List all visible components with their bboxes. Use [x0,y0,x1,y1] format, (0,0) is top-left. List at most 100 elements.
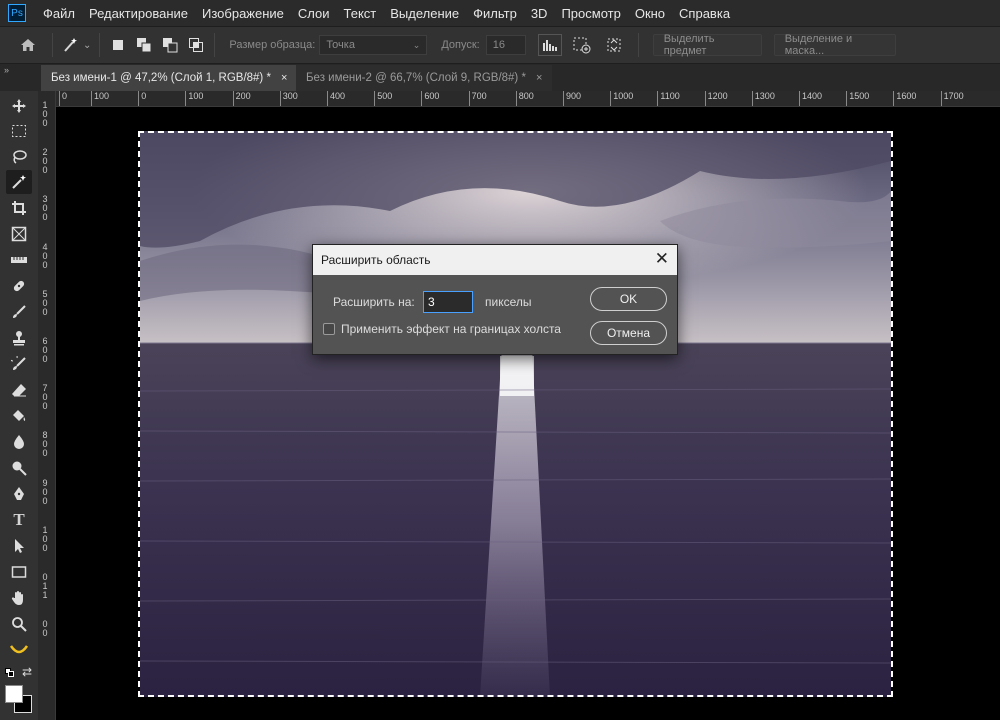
ruler-tick-label: 0 [42,533,48,544]
select-subject-button[interactable]: Выделить предмет [652,33,762,57]
menu-3d[interactable]: 3D [524,6,555,21]
sample-all-layers-icon[interactable] [572,35,592,55]
path-selection-tool-icon[interactable] [6,534,32,558]
home-icon[interactable] [18,35,38,55]
ruler-tick-label: 1200 [704,91,728,106]
rectangle-tool-icon[interactable] [6,560,32,584]
subtract-selection-icon[interactable] [160,35,180,55]
frame-tool-icon[interactable] [6,222,32,246]
add-selection-icon[interactable] [134,35,154,55]
close-icon[interactable]: ✕ [655,249,669,269]
ruler-tick-label: 8 [42,430,48,441]
tolerance-input[interactable]: 16 [485,35,526,55]
menu-window[interactable]: Окно [628,6,672,21]
menu-view[interactable]: Просмотр [554,6,627,21]
menu-type[interactable]: Текст [337,6,384,21]
type-tool-icon[interactable]: T [6,508,32,532]
menu-file[interactable]: Файл [36,6,82,21]
ok-button[interactable]: OK [590,287,667,311]
horizontal-ruler: 0 100 0 100 200 300 400 500 600 700 800 900 1000 1100… [56,91,1000,107]
ruler-tick-label: 0 [42,297,48,308]
histogram-icon[interactable] [537,34,562,56]
sample-size-value: Точка [326,39,355,51]
ruler-tool-icon[interactable] [6,248,32,272]
healing-brush-tool-icon[interactable] [6,274,32,298]
dodge-tool-icon[interactable] [6,456,32,480]
ruler-tick-label: 1300 [751,91,775,106]
vertical-ruler: 10020030040050060070080090010001100 [38,91,56,720]
magic-wand-tool-icon[interactable] [6,170,32,194]
ruler-tick-label: 0 [138,91,146,106]
swap-colors-icon[interactable]: ⇄ [22,665,32,679]
refine-edge-icon[interactable] [604,35,624,55]
ruler-tick-label: 0 [42,401,48,412]
unit-label: пикселы [485,295,532,309]
default-colors-icon[interactable] [5,668,15,678]
menu-edit[interactable]: Редактирование [82,6,195,21]
ruler-tick-label: 0 [42,628,48,639]
ruler-tick-label: 1600 [893,91,916,106]
zoom-tool-icon[interactable] [6,612,32,636]
ruler-tick-label: 100 [185,91,203,106]
edit-toolbar-icon[interactable] [6,638,32,662]
close-icon[interactable]: × [281,72,287,84]
pen-tool-icon[interactable] [6,482,32,506]
ruler-tick-label: 0 [42,392,48,403]
ruler-tick-label: 500 [374,91,392,106]
tolerance-value: 16 [492,39,505,51]
move-tool-icon[interactable] [6,94,32,118]
document-image[interactable] [140,131,891,697]
tab-document-1[interactable]: Без имени-1 @ 47,2% (Слой 1, RGB/8#) * × [41,65,298,91]
ruler-tick-label: 100 [91,91,109,106]
eraser-tool-icon[interactable] [6,378,32,402]
blur-tool-icon[interactable] [6,430,32,454]
select-and-mask-button[interactable]: Выделение и маска... [773,33,896,57]
magic-wand-preset-icon[interactable] [61,35,81,55]
lasso-tool-icon[interactable] [6,145,32,169]
dialog-title: Расширить область [321,253,431,267]
clone-stamp-tool-icon[interactable] [6,326,32,350]
options-bar: ⌄ Размер образца: Точка ⌄ Допуск: 16 Выд… [0,26,1000,64]
chevron-down-icon[interactable]: ⌄ [83,40,91,51]
ruler-tick-label: 1 [42,100,48,110]
ruler-tick-label: 0 [59,91,67,106]
background-color-swatch[interactable] [5,685,23,703]
ruler-tick-label: 1500 [846,91,869,106]
intersect-selection-icon[interactable] [186,35,206,55]
ruler-tick-label: 0 [42,250,48,261]
menu-help[interactable]: Справка [672,6,737,21]
tab-label: Без имени-2 @ 66,7% (Слой 9, RGB/8#) * [306,72,526,84]
tab-document-2[interactable]: Без имени-2 @ 66,7% (Слой 9, RGB/8#) * × [296,65,553,91]
marquee-tool-icon[interactable] [6,119,32,143]
apply-canvas-checkbox[interactable] [323,323,335,335]
menu-select[interactable]: Выделение [383,6,466,21]
close-icon[interactable]: × [536,72,542,84]
apply-canvas-label[interactable]: Применить эффект на границах холста [341,322,561,336]
ruler-tick-label: 3 [42,194,48,205]
history-brush-tool-icon[interactable] [6,352,32,376]
ruler-tick-label: 0 [42,354,48,364]
ruler-tick-label: 0 [42,619,48,630]
ruler-tick-label: 700 [468,91,487,106]
crop-tool-icon[interactable] [6,196,32,220]
menu-bar: Ps Файл Редактирование Изображение Слои … [0,0,1000,26]
document-tabs: » Без имени-1 @ 47,2% (Слой 1, RGB/8#) *… [0,65,1000,91]
sample-size-select[interactable]: Точка ⌄ [319,35,428,55]
ruler-tick-label: 2 [42,147,48,158]
brush-tool-icon[interactable] [6,300,32,324]
ruler-tick-label: 0 [42,306,48,317]
menu-image[interactable]: Изображение [195,6,291,21]
hand-tool-icon[interactable] [6,586,32,610]
cancel-button[interactable]: Отмена [590,321,667,345]
ruler-tick-label: 0 [42,439,48,450]
menu-layers[interactable]: Слои [291,6,337,21]
expand-panel-icon[interactable]: » [4,65,9,75]
ruler-tick-label: 300 [279,91,298,106]
ruler-tick-label: 1 [42,590,48,600]
menu-filter[interactable]: Фильтр [466,6,524,21]
new-selection-icon[interactable] [108,35,128,55]
expand-by-input[interactable] [423,291,473,313]
ruler-tick-label: 400 [327,91,345,106]
paint-bucket-tool-icon[interactable] [6,404,32,428]
photoshop-logo: Ps [8,4,26,22]
